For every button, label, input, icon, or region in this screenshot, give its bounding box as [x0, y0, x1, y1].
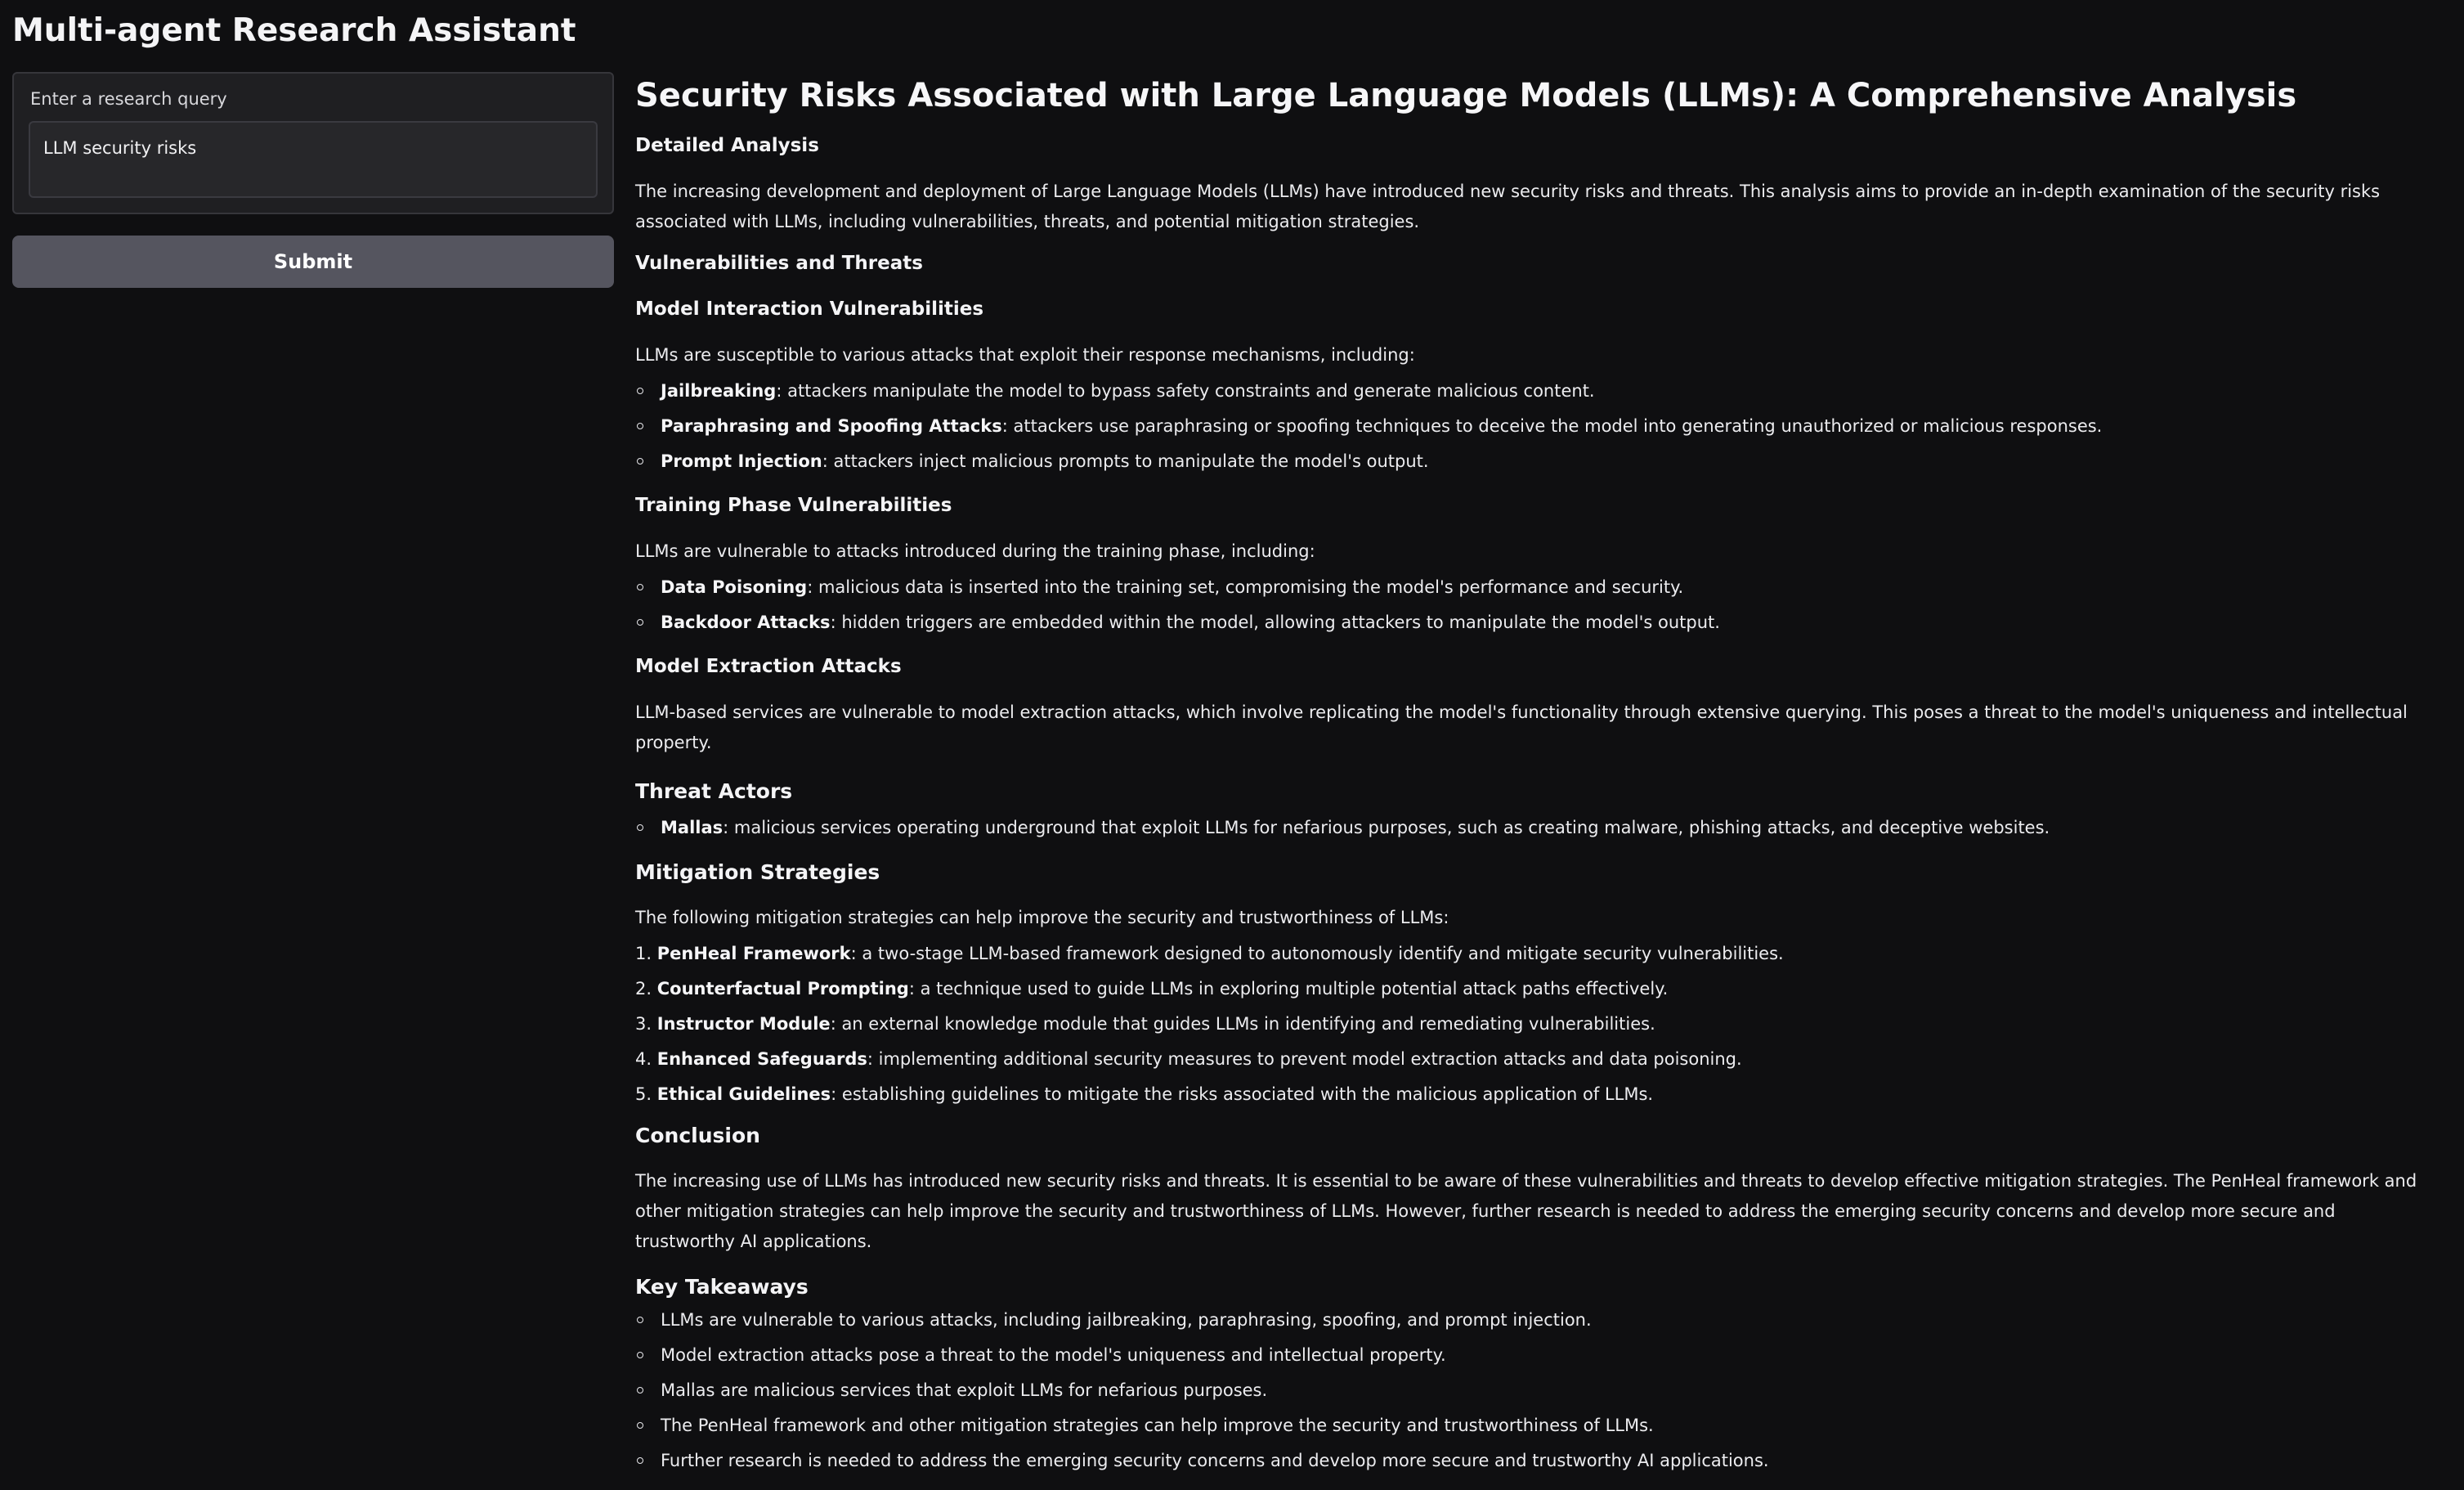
- circle-bullet-icon: [637, 584, 643, 590]
- circle-bullet-icon: [637, 1387, 643, 1394]
- section-heading-threat-actors: Threat Actors: [635, 779, 793, 803]
- circle-bullet-icon: [637, 458, 643, 465]
- section-heading-vulnerabilities: Vulnerabilities and Threats: [635, 253, 923, 274]
- conclusion-paragraph: The increasing use of LLMs has introduce…: [635, 1171, 2417, 1251]
- list-item: Model extraction attacks pose a threat t…: [635, 1338, 2434, 1373]
- threat-actors-list: Mallas: malicious services operating und…: [635, 810, 2434, 846]
- list-item: Backdoor Attacks: hidden triggers are em…: [635, 605, 2434, 640]
- model-interaction-list: Jailbreaking: attackers manipulate the m…: [635, 374, 2434, 479]
- circle-bullet-icon: [637, 824, 643, 831]
- circle-bullet-icon: [637, 1422, 643, 1429]
- report-output: Security Risks Associated with Large Lan…: [635, 72, 2434, 1490]
- list-item: Mallas are malicious services that explo…: [635, 1373, 2434, 1408]
- subsection-heading-model-interaction: Model Interaction Vulnerabilities: [635, 298, 984, 320]
- list-item: Data Poisoning: malicious data is insert…: [635, 570, 2434, 605]
- list-item: Further research is needed to address th…: [635, 1443, 2434, 1479]
- section-heading-detailed-analysis: Detailed Analysis: [635, 135, 819, 156]
- key-takeaways-list: LLMs are vulnerable to various attacks, …: [635, 1303, 2434, 1479]
- section-heading-key-takeaways: Key Takeaways: [635, 1275, 809, 1299]
- section-heading-conclusion: Conclusion: [635, 1124, 760, 1147]
- list-item: 1. PenHeal Framework: a two-stage LLM-ba…: [635, 944, 1784, 963]
- submit-button[interactable]: Submit: [12, 236, 614, 288]
- model-interaction-intro: LLMs are susceptible to various attacks …: [635, 345, 1415, 365]
- circle-bullet-icon: [637, 1457, 643, 1464]
- list-item: Mallas: malicious services operating und…: [635, 810, 2434, 846]
- list-item: 2. Counterfactual Prompting: a technique…: [635, 979, 1669, 999]
- list-item: 3. Instructor Module: an external knowle…: [635, 1014, 1655, 1034]
- list-item: Jailbreaking: attackers manipulate the m…: [635, 374, 2434, 409]
- model-extraction-paragraph: LLM-based services are vulnerable to mod…: [635, 702, 2408, 752]
- subsection-heading-training-phase: Training Phase Vulnerabilities: [635, 495, 952, 516]
- query-box: Enter a research query LLM security risk…: [12, 72, 614, 214]
- report-title: Security Risks Associated with Large Lan…: [635, 77, 2297, 114]
- intro-paragraph: The increasing development and deploymen…: [635, 182, 2381, 231]
- subsection-heading-model-extraction: Model Extraction Attacks: [635, 656, 902, 677]
- training-phase-intro: LLMs are vulnerable to attacks introduce…: [635, 541, 1315, 561]
- circle-bullet-icon: [637, 423, 643, 429]
- list-item: Paraphrasing and Spoofing Attacks: attac…: [635, 409, 2434, 444]
- circle-bullet-icon: [637, 1352, 643, 1358]
- circle-bullet-icon: [637, 1317, 643, 1323]
- circle-bullet-icon: [637, 619, 643, 626]
- circle-bullet-icon: [637, 388, 643, 394]
- mitigation-list: 1. PenHeal Framework: a two-stage LLM-ba…: [635, 936, 2434, 1112]
- app-title: Multi-agent Research Assistant: [12, 12, 576, 49]
- mitigation-intro: The following mitigation strategies can …: [635, 908, 1449, 927]
- training-phase-list: Data Poisoning: malicious data is insert…: [635, 570, 2434, 640]
- list-item: 5. Ethical Guidelines: establishing guid…: [635, 1084, 1654, 1104]
- list-item: 4. Enhanced Safeguards: implementing add…: [635, 1049, 1742, 1069]
- list-item: The PenHeal framework and other mitigati…: [635, 1408, 2434, 1443]
- query-panel: Enter a research query LLM security risk…: [12, 72, 614, 288]
- section-heading-mitigation: Mitigation Strategies: [635, 860, 880, 884]
- research-query-input[interactable]: LLM security risks: [29, 121, 598, 198]
- list-item: LLMs are vulnerable to various attacks, …: [635, 1303, 2434, 1338]
- query-label: Enter a research query: [30, 89, 227, 109]
- list-item: Prompt Injection: attackers inject malic…: [635, 444, 2434, 479]
